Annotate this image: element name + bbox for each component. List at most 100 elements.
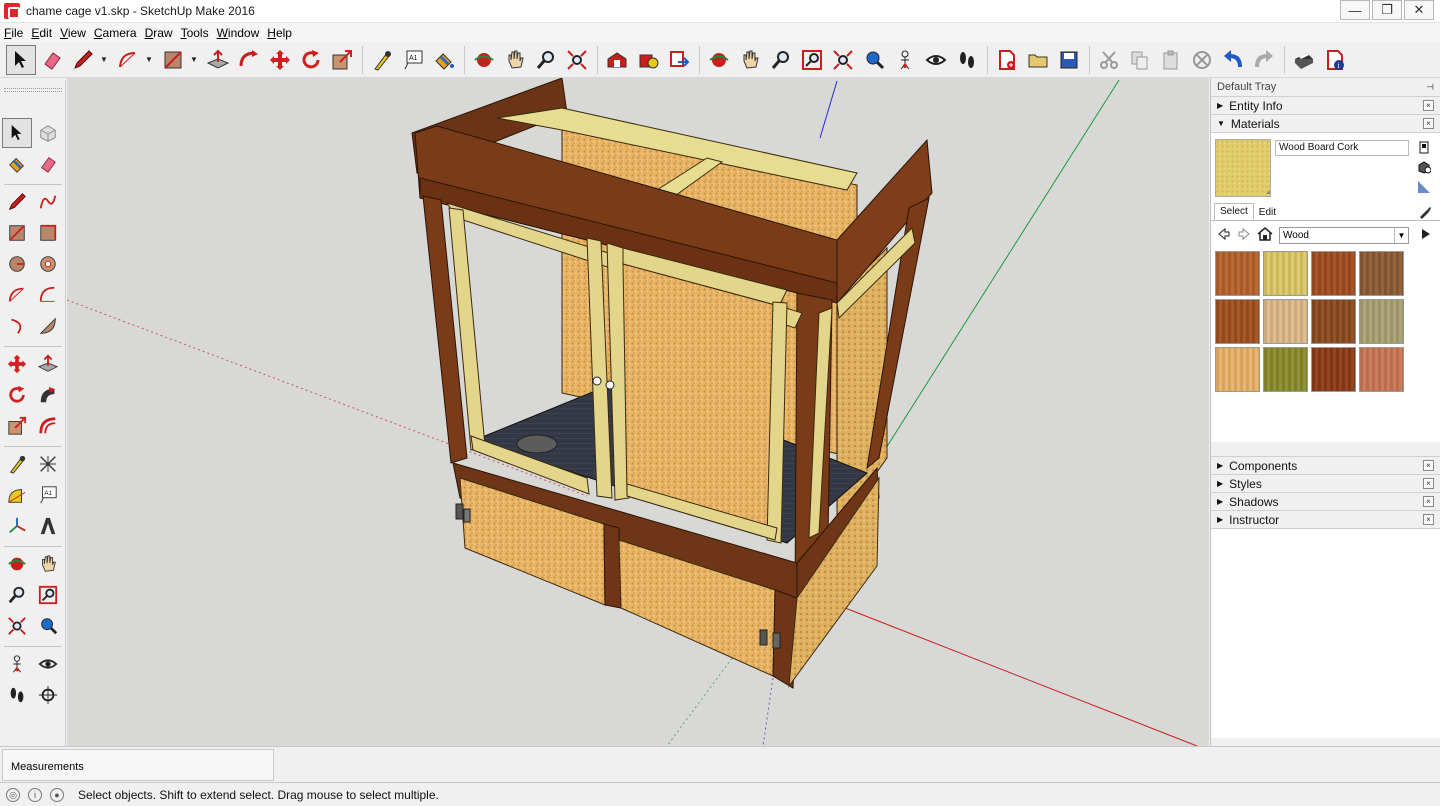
zoom-icon[interactable] [2,580,32,610]
axes-icon[interactable] [2,511,32,541]
tape-measure-icon[interactable] [367,45,397,75]
select-icon[interactable] [6,44,36,75]
menu-item-window[interactable]: Window [213,26,264,40]
menu-item-camera[interactable]: Camera [90,26,141,40]
user-icon[interactable]: ● [50,787,64,802]
panel-entity-info[interactable]: ▶ Entity Info × [1211,96,1440,114]
redo-icon[interactable] [1249,45,1279,75]
material-preview[interactable] [1215,139,1271,197]
rotate-icon[interactable] [2,380,32,410]
zoom-icon[interactable] [531,45,561,75]
material-swatch[interactable] [1311,347,1356,392]
print-icon[interactable] [1289,45,1319,75]
eraser-icon[interactable] [37,45,67,75]
material-swatch[interactable] [1215,251,1260,296]
orbit-icon[interactable] [2,549,32,579]
arc-dropdown[interactable]: ▼ [144,45,154,75]
model-info-icon[interactable]: i [1320,45,1350,75]
rectangle-icon[interactable] [158,45,188,75]
back-arrow-icon[interactable] [1217,227,1231,244]
walk-icon[interactable] [952,45,982,75]
material-swatch[interactable] [1215,347,1260,392]
text-icon[interactable]: A1 [398,45,428,75]
pencil-icon[interactable] [68,45,98,75]
model-canvas[interactable] [67,78,1209,746]
cut-icon[interactable] [1094,45,1124,75]
close-panel-icon[interactable]: × [1423,460,1434,471]
zoom-window-icon[interactable] [797,45,827,75]
library-select[interactable]: Wood ▼ [1279,227,1409,244]
restore-button[interactable]: ❐ [1372,0,1402,20]
toolbar-grip[interactable] [4,88,62,92]
two-point-arc-icon[interactable] [33,280,63,310]
create-material-icon[interactable] [1416,159,1432,175]
paint-bucket-icon[interactable] [2,149,32,179]
expand-triangle-icon[interactable]: ▶ [1217,461,1223,470]
warehouse-icon[interactable] [602,45,632,75]
paste-icon[interactable] [1156,45,1186,75]
material-swatch[interactable] [1311,299,1356,344]
home-icon[interactable] [1257,227,1273,244]
rotated-rectangle-icon[interactable] [33,218,63,248]
material-swatch[interactable] [1311,251,1356,296]
new-file-icon[interactable] [992,45,1022,75]
section-plane-icon[interactable] [33,680,63,710]
panel-instructor[interactable]: ▶ Instructor × [1211,510,1440,528]
scale-icon[interactable] [327,45,357,75]
menu-item-tools[interactable]: Tools [177,26,213,40]
expand-triangle-icon[interactable]: ▶ [1217,515,1223,524]
line-icon[interactable] [2,187,32,217]
protractor-icon[interactable] [2,480,32,510]
measurements-box[interactable]: Measurements [2,749,274,781]
select-icon[interactable] [2,118,32,148]
move-icon[interactable] [265,45,295,75]
position-camera-icon[interactable] [2,649,32,679]
close-panel-icon[interactable]: × [1423,478,1434,489]
eraser-icon[interactable] [33,149,63,179]
previous-view-icon[interactable] [859,45,889,75]
material-default-icon[interactable] [1416,139,1432,155]
menu-item-draw[interactable]: Draw [141,26,177,40]
panel-components[interactable]: ▶ Components × [1211,456,1440,474]
zoom-icon-2[interactable] [766,45,796,75]
model-viewport[interactable] [67,78,1209,746]
credits-icon[interactable]: i [28,787,42,802]
scale-icon[interactable] [2,411,32,441]
move-icon[interactable] [2,349,32,379]
pan-icon[interactable] [500,45,530,75]
expand-triangle-icon[interactable]: ▶ [1217,101,1223,110]
display-secondary-icon[interactable] [1416,179,1432,195]
tape-measure-icon[interactable] [2,449,32,479]
arc-icon[interactable] [2,280,32,310]
close-button[interactable]: ✕ [1404,0,1434,20]
orbit-icon[interactable] [469,45,499,75]
cage-model[interactable] [411,78,933,689]
zoom-extents-icon[interactable] [2,611,32,641]
three-point-arc-icon[interactable] [2,311,32,341]
dimension-icon[interactable] [33,449,63,479]
paint-bucket-icon[interactable] [429,45,459,75]
zoom-extents-icon[interactable] [562,45,592,75]
sample-paint-icon[interactable] [1417,204,1433,220]
previous-view-icon[interactable] [33,611,63,641]
menu-item-file[interactable]: File [0,26,27,40]
3d-text-icon[interactable] [33,511,63,541]
tab-edit[interactable]: Edit [1254,205,1281,220]
geo-location-icon[interactable]: ◎ [6,787,20,802]
push-pull-icon[interactable] [203,45,233,75]
rectangle-icon[interactable] [2,218,32,248]
panel-styles[interactable]: ▶ Styles × [1211,474,1440,492]
copy-icon[interactable] [1125,45,1155,75]
menu-item-view[interactable]: View [56,26,90,40]
material-swatch[interactable] [1215,299,1260,344]
orbit-icon-2[interactable] [704,45,734,75]
menu-item-edit[interactable]: Edit [27,26,56,40]
material-swatch[interactable] [1359,251,1404,296]
make-component-icon[interactable] [33,118,63,148]
walk-icon[interactable] [2,680,32,710]
circle-icon[interactable] [2,249,32,279]
follow-me-icon[interactable] [234,45,264,75]
close-panel-icon[interactable]: × [1423,496,1434,507]
pan-icon-2[interactable] [735,45,765,75]
arc-icon[interactable] [113,45,143,75]
